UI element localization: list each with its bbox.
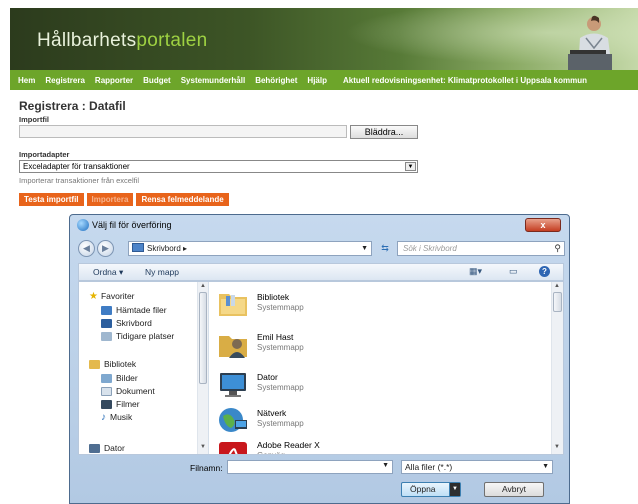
page-title: Registrera : Datafil	[19, 99, 126, 113]
filename-input[interactable]: ▼	[227, 460, 393, 474]
organize-menu[interactable]: Ordna ▾	[93, 267, 123, 278]
search-input[interactable]: Sök i Skrivbord ⚲	[397, 241, 565, 256]
desktop-icon	[101, 318, 112, 328]
person-with-laptop-image	[568, 15, 612, 70]
site-logo[interactable]: Hållbarhetsportalen	[37, 30, 207, 52]
file-type-select[interactable]: Alla filer (*.*) ▼	[401, 460, 553, 474]
network-globe-icon	[219, 408, 247, 432]
nav-dator[interactable]: Dator	[89, 442, 125, 454]
file-list-scrollbar[interactable]: ▲ ▼	[551, 282, 563, 454]
file-type-value: Alla filer (*.*)	[405, 462, 453, 472]
scrollbar-thumb[interactable]	[553, 292, 562, 312]
cancel-button[interactable]: Avbryt	[484, 482, 544, 497]
forward-arrow-icon[interactable]: ▶	[97, 240, 114, 257]
nav-musik[interactable]: ♪ Musik	[101, 411, 132, 423]
user-folder-icon	[219, 336, 247, 358]
header-banner: Hållbarhetsportalen	[10, 8, 638, 70]
dialog-app-icon	[77, 219, 89, 231]
nav-item-systemunderhall[interactable]: Systemunderhåll	[181, 76, 245, 85]
dialog-content: ★ Favoriter Hämtade filer Skrivbord Tidig…	[78, 281, 564, 455]
navigation-scrollbar[interactable]: ▲ ▼	[197, 282, 208, 454]
dialog-footer: Filnamn: ▼ Alla filer (*.*) ▼ Öppna ▼ Av…	[70, 455, 571, 504]
address-row: ◀ ▶ Skrivbord ▸ ▼ ⇆ Sök i Skrivbord ⚲	[78, 239, 565, 259]
logo-text-part1: Hållbarhets	[37, 30, 137, 51]
pictures-icon	[101, 373, 112, 383]
import-adapter-select[interactable]: Exceladapter för transaktioner ▼	[19, 160, 418, 173]
nav-favoriter[interactable]: ★ Favoriter	[89, 290, 135, 302]
preview-pane-icon[interactable]: ▭	[509, 266, 518, 277]
dialog-title: Välj fil för överföring	[92, 220, 172, 230]
view-options-icon[interactable]: ▦▾	[469, 266, 482, 277]
nav-hamtade-filer[interactable]: Hämtade filer	[101, 304, 167, 316]
library-icon	[89, 359, 100, 369]
scroll-up-icon[interactable]: ▲	[200, 283, 206, 289]
chevron-down-icon[interactable]: ▼	[449, 483, 460, 496]
nav-bibliotek[interactable]: Bibliotek	[89, 358, 136, 370]
library-folder-icon	[219, 294, 247, 316]
import-adapter-value: Exceladapter för transaktioner	[23, 162, 130, 171]
star-icon: ★	[89, 290, 98, 302]
search-placeholder: Sök i Skrivbord	[403, 244, 457, 253]
nav-skrivbord[interactable]: Skrivbord	[101, 317, 152, 329]
file-item-dator[interactable]: Dator Systemmapp	[217, 368, 417, 406]
filename-label: Filnamn:	[190, 463, 223, 473]
scrollbar-thumb[interactable]	[199, 292, 207, 384]
current-unit-text: Aktuell redovisningsenhet: Klimatprotoko…	[342, 75, 588, 85]
chevron-down-icon[interactable]: ▼	[382, 462, 389, 469]
music-icon: ♪	[101, 411, 106, 423]
dialog-toolbar: Ordna ▾ Ny mapp ▦▾ ▭ ?	[78, 263, 564, 281]
computer-icon	[220, 373, 246, 397]
nav-item-behorighet[interactable]: Behörighet	[255, 76, 297, 85]
close-button[interactable]: x	[525, 218, 561, 232]
action-buttons: Testa importfil Importera Rensa felmedde…	[19, 193, 229, 206]
computer-icon	[89, 443, 100, 453]
open-button[interactable]: Öppna ▼	[401, 482, 461, 497]
nav-item-hjalp[interactable]: Hjälp	[307, 76, 327, 85]
file-item-bibliotek[interactable]: Bibliotek Systemmapp	[217, 288, 417, 326]
import-adapter-label: Importadapter	[19, 150, 70, 159]
navigation-pane: ★ Favoriter Hämtade filer Skrivbord Tidig…	[79, 282, 209, 454]
nav-item-budget[interactable]: Budget	[143, 76, 171, 85]
scroll-down-icon[interactable]: ▼	[200, 444, 206, 450]
chevron-down-icon[interactable]: ▼	[542, 461, 549, 473]
nav-dokument[interactable]: Dokument	[101, 385, 155, 397]
chevron-down-icon[interactable]: ▼	[405, 162, 416, 171]
nav-bilder[interactable]: Bilder	[101, 372, 138, 384]
import-file-label: Importfil	[19, 115, 49, 124]
documents-icon	[101, 386, 112, 396]
breadcrumb[interactable]: Skrivbord ▸ ▼	[128, 241, 372, 256]
test-import-button[interactable]: Testa importfil	[19, 193, 84, 206]
file-item-natverk[interactable]: Nätverk Systemmapp	[217, 404, 417, 442]
nav-filmer[interactable]: Filmer	[101, 398, 140, 410]
nav-tidigare-platser[interactable]: Tidigare platser	[101, 330, 174, 342]
back-arrow-icon[interactable]: ◀	[78, 240, 95, 257]
videos-icon	[101, 399, 112, 409]
clear-errors-button[interactable]: Rensa felmeddelande	[136, 193, 229, 206]
nav-item-hem[interactable]: Hem	[18, 76, 35, 85]
file-open-dialog: Välj fil för överföring x ◀ ▶ Skrivbord …	[69, 214, 570, 504]
import-file-input[interactable]	[19, 125, 347, 138]
import-button[interactable]: Importera	[86, 193, 134, 206]
new-folder-button[interactable]: Ny mapp	[145, 267, 179, 277]
file-item-emil-hast[interactable]: Emil Hast Systemmapp	[217, 328, 417, 366]
desktop-folder-icon	[132, 243, 144, 252]
nav-item-registrera[interactable]: Registrera	[45, 76, 85, 85]
search-icon[interactable]: ⚲	[554, 242, 561, 255]
file-item-adobe-reader[interactable]: Adobe Reader X Genväg	[217, 440, 417, 454]
chevron-down-icon[interactable]: ▼	[361, 242, 368, 255]
logo-text-part2: portalen	[136, 30, 208, 51]
downloads-icon	[101, 305, 112, 315]
import-adapter-hint: Importerar transaktioner från excelfil	[19, 176, 140, 185]
adobe-reader-icon	[219, 442, 247, 454]
help-icon[interactable]: ?	[539, 266, 550, 277]
open-label: Öppna	[410, 484, 436, 494]
nav-item-rapporter[interactable]: Rapporter	[95, 76, 133, 85]
breadcrumb-location: Skrivbord	[147, 244, 181, 253]
scroll-up-icon[interactable]: ▲	[554, 283, 560, 289]
scroll-down-icon[interactable]: ▼	[554, 444, 560, 450]
recent-places-icon	[101, 331, 112, 341]
browse-button[interactable]: Bläddra...	[350, 125, 418, 139]
refresh-icon[interactable]: ⇆	[376, 241, 394, 256]
main-nav: Hem Registrera Rapporter Budget Systemun…	[10, 70, 638, 90]
